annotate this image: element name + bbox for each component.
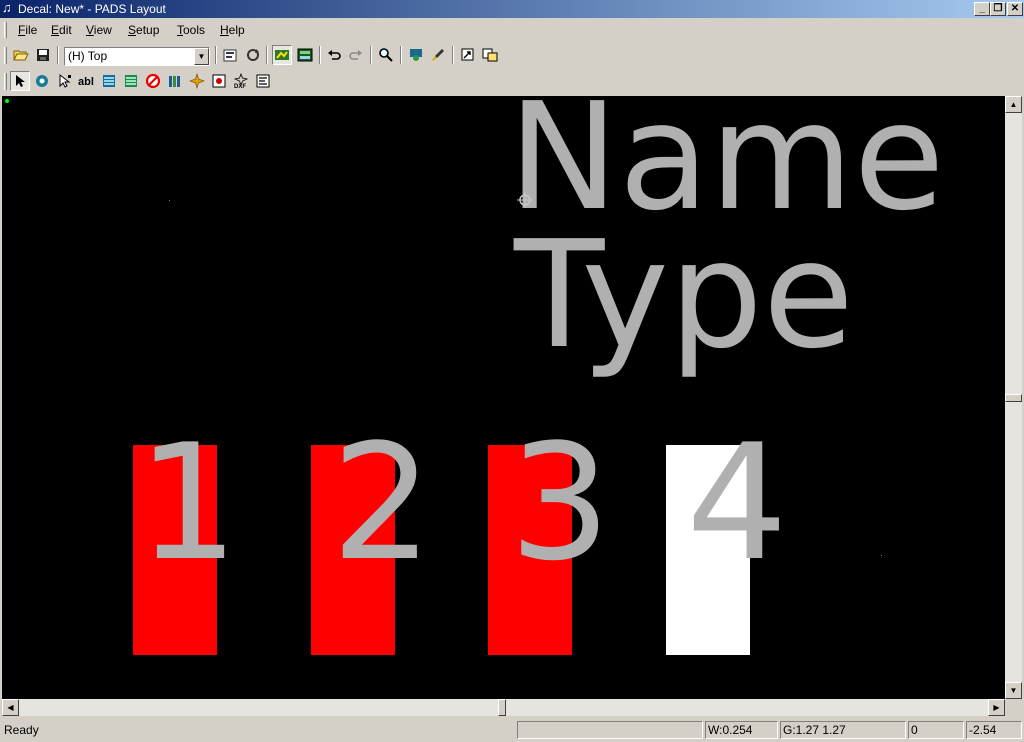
pad-icon[interactable] <box>32 71 52 91</box>
pad-number-2: 2 <box>331 409 433 596</box>
menu-setup[interactable]: Setup <box>128 22 159 38</box>
minimize-button[interactable]: _ <box>974 2 990 16</box>
terminal-icon[interactable] <box>55 71 75 91</box>
part-type-label[interactable]: Type <box>513 209 854 381</box>
status-message-cell <box>517 721 703 739</box>
title-bar: ♫ Decal: New* - PADS Layout _ ❐ ✕ <box>0 0 1024 18</box>
scroll-up-icon[interactable]: ▲ <box>1005 96 1022 113</box>
drafting-toolbar: abl DXF <box>0 69 276 95</box>
toolbar-separator <box>452 46 454 64</box>
2d-line-icon[interactable] <box>99 71 119 91</box>
select-icon[interactable] <box>10 71 30 91</box>
horizontal-scroll-thumb[interactable] <box>498 699 506 716</box>
toolbar-separator <box>57 46 59 64</box>
status-width: W:0.254 <box>705 721 778 739</box>
vertical-scroll-thumb[interactable] <box>1005 394 1022 402</box>
layer-select-value: (H) Top <box>68 49 108 63</box>
menubar-grip[interactable] <box>4 22 7 38</box>
window-title: Decal: New* - PADS Layout <box>18 2 166 16</box>
status-grid: G:1.27 1.27 <box>780 721 906 739</box>
move-icon[interactable] <box>458 45 478 65</box>
close-button[interactable]: ✕ <box>1007 2 1023 16</box>
pad-number-4: 4 <box>686 409 788 596</box>
pad-number-3: 3 <box>509 409 611 596</box>
status-y-coordinate: -2.54 <box>966 721 1022 739</box>
properties-icon[interactable] <box>220 45 240 65</box>
menu-tools[interactable]: Tools <box>177 22 205 38</box>
scroll-right-icon[interactable]: ▶ <box>988 699 1005 716</box>
vertical-scrollbar[interactable]: ▲ ▼ <box>1005 96 1022 699</box>
svg-text:DXF: DXF <box>234 84 246 89</box>
keepout-icon[interactable] <box>143 71 163 91</box>
dxf-icon[interactable]: DXF <box>231 71 251 91</box>
redo-icon[interactable] <box>346 45 366 65</box>
toolbar-separator <box>319 46 321 64</box>
open-icon[interactable] <box>11 45 31 65</box>
scroll-down-icon[interactable]: ▼ <box>1005 682 1022 699</box>
grid-dot <box>881 555 882 556</box>
toolbar-separator <box>215 46 217 64</box>
undo-icon[interactable] <box>324 45 344 65</box>
pad-number-1: 1 <box>137 409 239 596</box>
origin-marker <box>5 99 9 103</box>
decal-icon[interactable] <box>209 71 229 91</box>
horizontal-scrollbar[interactable]: ◀ ▶ <box>2 699 1005 716</box>
window-icon[interactable] <box>480 45 500 65</box>
menu-view[interactable]: View <box>86 22 112 38</box>
scrollbar-corner <box>1005 699 1022 716</box>
toolbar-separator <box>370 46 372 64</box>
svg-text:abl: abl <box>78 76 94 88</box>
app-icon: ♫ <box>2 0 12 15</box>
toolbar-grip[interactable] <box>4 73 7 90</box>
scroll-left-icon[interactable]: ◀ <box>2 699 19 716</box>
layer-select[interactable]: (H) Top ▼ <box>64 47 210 66</box>
status-x-coordinate: 0 <box>908 721 964 739</box>
display-control-icon[interactable] <box>272 45 292 65</box>
toolbar-separator <box>400 46 402 64</box>
text-icon[interactable]: abl <box>77 71 97 91</box>
toolbar-grip[interactable] <box>4 47 7 64</box>
view-icon[interactable] <box>406 45 426 65</box>
toolbar-separator <box>266 46 268 64</box>
grid-dot <box>169 200 170 201</box>
design-canvas[interactable]: 1 2 3 4 Name Type <box>2 96 1005 699</box>
pin-icon[interactable] <box>165 71 185 91</box>
restore-button[interactable]: ❐ <box>990 2 1006 16</box>
save-icon[interactable] <box>33 45 53 65</box>
sheet-icon[interactable] <box>295 45 315 65</box>
report-icon[interactable] <box>253 71 273 91</box>
decal-drawing: 1 2 3 4 Name Type <box>5 96 945 655</box>
menu-edit[interactable]: Edit <box>51 22 72 38</box>
status-bar: Ready W:0.254 G:1.27 1.27 0 -2.54 <box>0 718 1024 742</box>
brush-icon[interactable] <box>428 45 448 65</box>
copper-icon[interactable] <box>121 71 141 91</box>
menu-bar: File Edit View Setup Tools Help <box>0 18 1024 42</box>
menu-help[interactable]: Help <box>220 22 245 38</box>
redraw-icon[interactable] <box>243 45 263 65</box>
chevron-down-icon[interactable]: ▼ <box>194 48 209 65</box>
status-text: Ready <box>4 723 39 737</box>
zoom-icon[interactable] <box>376 45 396 65</box>
wizard-icon[interactable] <box>187 71 207 91</box>
menu-file[interactable]: File <box>18 22 37 38</box>
